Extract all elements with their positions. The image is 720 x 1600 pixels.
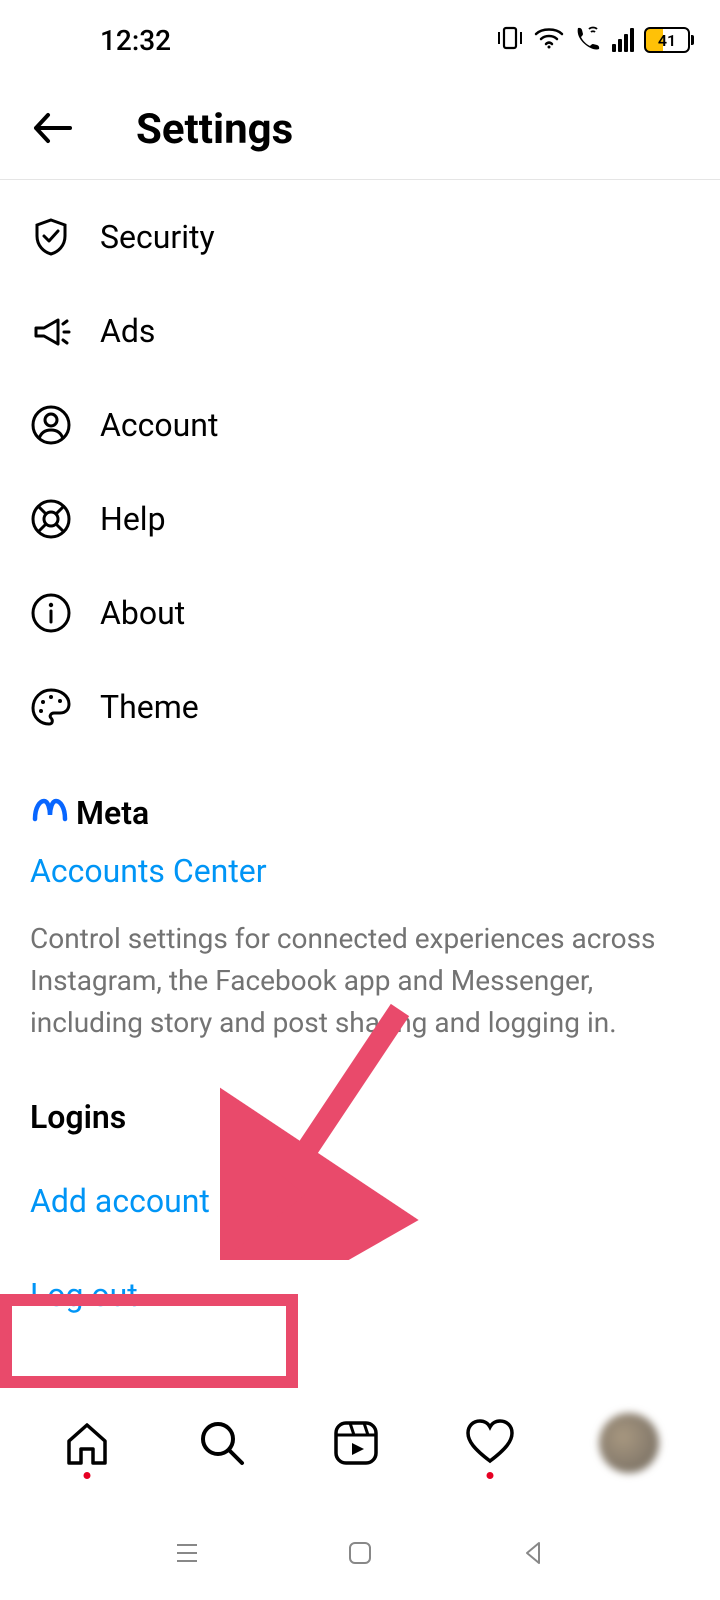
nav-profile[interactable] — [599, 1413, 659, 1473]
settings-item-about[interactable]: About — [0, 566, 720, 660]
settings-item-ads[interactable]: Ads — [0, 284, 720, 378]
settings-list: Security Ads Account Help About Theme — [0, 180, 720, 764]
header: Settings — [0, 80, 720, 180]
cellular-signal-icon — [612, 28, 634, 52]
system-recents-button[interactable] — [169, 1535, 205, 1575]
add-account-link[interactable]: Add account — [30, 1182, 690, 1220]
settings-item-label: Security — [100, 218, 215, 256]
call-wifi-icon — [574, 25, 602, 55]
settings-item-label: Ads — [100, 312, 155, 350]
palette-icon — [30, 686, 72, 728]
system-home-button[interactable] — [342, 1535, 378, 1575]
meta-section: Meta Accounts Center Control settings fo… — [0, 764, 720, 1044]
settings-item-theme[interactable]: Theme — [0, 660, 720, 754]
logins-header: Logins — [30, 1098, 690, 1136]
page-title: Settings — [136, 105, 293, 154]
nav-reels[interactable] — [330, 1417, 382, 1469]
system-nav — [0, 1510, 720, 1600]
status-icons: 41 — [496, 25, 690, 55]
system-back-button[interactable] — [515, 1535, 551, 1575]
nav-activity[interactable] — [464, 1417, 516, 1469]
meta-logo-icon — [30, 797, 70, 829]
nav-search[interactable] — [196, 1417, 248, 1469]
settings-item-label: Account — [100, 406, 218, 444]
settings-item-account[interactable]: Account — [0, 378, 720, 472]
wifi-icon — [534, 26, 564, 54]
meta-brand: Meta — [30, 794, 690, 832]
nav-home[interactable] — [61, 1417, 113, 1469]
info-circle-icon — [30, 592, 72, 634]
bottom-nav — [0, 1400, 720, 1486]
accounts-center-link[interactable]: Accounts Center — [30, 852, 690, 890]
account-circle-icon — [30, 404, 72, 446]
status-time: 12:32 — [100, 24, 171, 57]
settings-item-label: About — [100, 594, 185, 632]
shield-check-icon — [30, 216, 72, 258]
back-arrow-icon[interactable] — [30, 105, 76, 155]
settings-item-help[interactable]: Help — [0, 472, 720, 566]
settings-item-label: Theme — [100, 688, 199, 726]
settings-item-label: Help — [100, 500, 166, 538]
meta-description: Control settings for connected experienc… — [30, 918, 690, 1044]
lifebuoy-icon — [30, 498, 72, 540]
megaphone-icon — [30, 310, 72, 352]
status-bar: 12:32 41 — [0, 0, 720, 80]
log-out-link[interactable]: Log out — [30, 1276, 690, 1314]
vibrate-icon — [496, 26, 524, 54]
battery-icon: 41 — [644, 27, 690, 53]
meta-brand-text: Meta — [76, 794, 149, 832]
logins-section: Logins Add account Log out — [0, 1098, 720, 1314]
settings-item-security[interactable]: Security — [0, 190, 720, 284]
